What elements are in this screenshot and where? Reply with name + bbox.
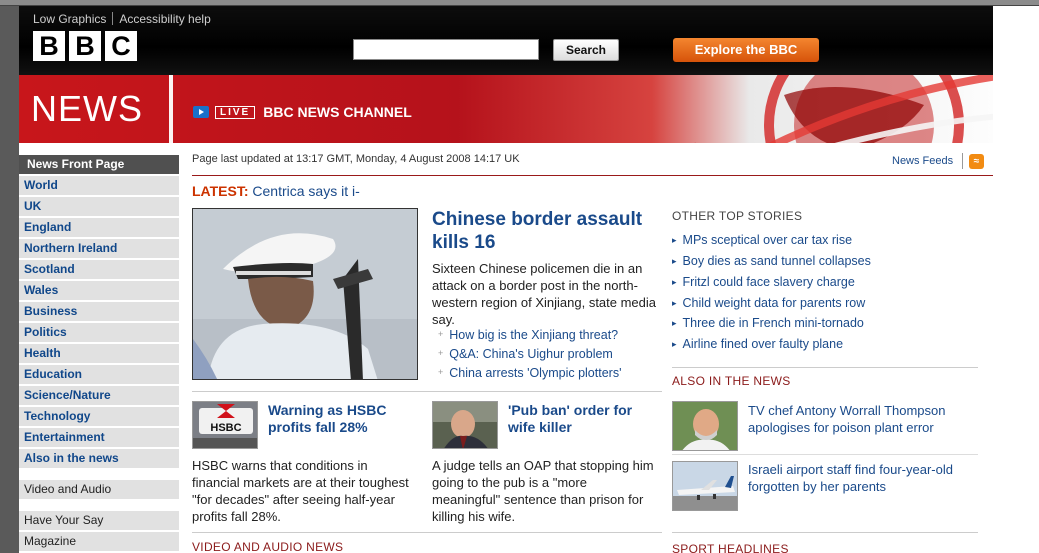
sport-headlines-heading[interactable]: SPORT HEADLINES xyxy=(672,542,789,553)
nav-item-world[interactable]: World xyxy=(19,176,179,195)
latest-label: LATEST: xyxy=(192,183,249,199)
low-graphics-link[interactable]: Low Graphics xyxy=(33,12,106,26)
nav-item-business[interactable]: Business xyxy=(19,302,179,321)
nav-item-magazine[interactable]: Magazine xyxy=(19,532,179,551)
divider xyxy=(192,532,662,533)
top-story-summary: Sixteen Chinese policemen die in an atta… xyxy=(432,261,657,327)
nav-item-uk[interactable]: UK xyxy=(19,197,179,216)
live-label: LIVE xyxy=(215,105,256,119)
other-story-link[interactable]: Three die in French mini-tornado xyxy=(672,316,864,330)
related-link[interactable]: China arrests 'Olympic plotters' xyxy=(438,366,621,380)
man-photo xyxy=(433,402,497,448)
search-input[interactable] xyxy=(353,39,539,60)
accessibility-help-link[interactable]: Accessibility help xyxy=(119,12,210,26)
left-navigation: News Front Page World UK England Norther… xyxy=(19,155,179,553)
nav-item-science-nature[interactable]: Science/Nature xyxy=(19,386,179,405)
divider xyxy=(192,391,662,392)
search-button[interactable]: Search xyxy=(553,39,619,61)
nav-item-northern-ireland[interactable]: Northern Ireland xyxy=(19,239,179,258)
story-headline[interactable]: 'Pub ban' order for wife killer xyxy=(508,402,658,436)
divider xyxy=(112,12,114,25)
nav-item-video-audio[interactable]: Video and Audio xyxy=(19,480,179,499)
top-story-headline[interactable]: Chinese border assault kills 16 xyxy=(432,208,662,254)
nav-item-education[interactable]: Education xyxy=(19,365,179,384)
logo-letter: C xyxy=(105,31,137,61)
globe-graphic xyxy=(694,75,993,143)
news-feeds-link[interactable]: News Feeds xyxy=(892,155,953,167)
hsbc-thumbnail[interactable]: HSBC xyxy=(192,401,258,449)
last-updated-text: Page last updated at 13:17 GMT, Monday, … xyxy=(192,153,520,165)
airplane-photo xyxy=(673,462,737,510)
nav-item-also-in-the-news[interactable]: Also in the news xyxy=(19,449,179,468)
latest-text[interactable]: Centrica says it i- xyxy=(252,183,359,199)
story-headline[interactable]: Warning as HSBC profits fall 28% xyxy=(268,402,418,436)
also-story-link[interactable]: Israeli airport staff find four-year-old… xyxy=(748,461,978,495)
nav-gap xyxy=(19,470,179,480)
chef-thumbnail[interactable] xyxy=(672,401,738,451)
nav-item-front-page[interactable]: News Front Page xyxy=(19,155,179,174)
chef-photo xyxy=(673,402,737,450)
live-channel-link[interactable]: LIVE BBC NEWS CHANNEL xyxy=(193,104,412,120)
masthead: Low Graphics Accessibility help B B C Sea… xyxy=(19,6,993,75)
logo-letter: B xyxy=(33,31,65,61)
logo-letter: B xyxy=(69,31,101,61)
channel-label: BBC NEWS CHANNEL xyxy=(263,104,412,120)
other-story-link[interactable]: Airline fined over faulty plane xyxy=(672,337,844,351)
latest-ticker[interactable]: LATEST: Centrica says it i- xyxy=(192,183,360,199)
nav-item-wales[interactable]: Wales xyxy=(19,281,179,300)
divider xyxy=(962,153,963,169)
pub-ban-thumbnail[interactable] xyxy=(432,401,498,449)
nav-item-politics[interactable]: Politics xyxy=(19,323,179,342)
right-gutter xyxy=(993,6,1039,553)
hsbc-sign-image: HSBC xyxy=(193,402,257,448)
hsbc-logo-text: HSBC xyxy=(210,422,241,434)
header-rule xyxy=(192,175,993,176)
other-top-stories-heading: OTHER TOP STORIES xyxy=(672,209,803,223)
divider xyxy=(672,367,978,368)
other-story-link[interactable]: Fritzl could face slavery charge xyxy=(672,275,855,289)
news-banner: NEWS LIVE BBC NEWS CHANNEL xyxy=(19,75,993,143)
also-in-the-news-heading: ALSO IN THE NEWS xyxy=(672,374,791,388)
nav-gap xyxy=(19,501,179,511)
related-link[interactable]: Q&A: China's Uighur problem xyxy=(438,347,613,361)
news-title[interactable]: NEWS xyxy=(31,88,143,130)
rss-icon[interactable]: ≈ xyxy=(969,154,984,169)
video-audio-news-heading[interactable]: VIDEO AND AUDIO NEWS xyxy=(192,540,343,553)
play-icon xyxy=(193,106,209,118)
divider xyxy=(672,532,978,533)
nav-item-have-your-say[interactable]: Have Your Say xyxy=(19,511,179,530)
page: Low Graphics Accessibility help B B C Sea… xyxy=(19,6,993,553)
nav-item-england[interactable]: England xyxy=(19,218,179,237)
other-story-link[interactable]: Child weight data for parents row xyxy=(672,296,866,310)
banner-divider xyxy=(169,75,173,143)
also-story-link[interactable]: TV chef Antony Worrall Thompson apologis… xyxy=(748,402,978,436)
story-summary: HSBC warns that conditions in financial … xyxy=(192,458,409,524)
utility-links: Low Graphics Accessibility help xyxy=(33,12,211,26)
nav-item-health[interactable]: Health xyxy=(19,344,179,363)
other-story-link[interactable]: MPs sceptical over car tax rise xyxy=(672,233,853,247)
nav-item-scotland[interactable]: Scotland xyxy=(19,260,179,279)
related-link[interactable]: How big is the Xinjiang threat? xyxy=(438,328,618,342)
policeman-photo xyxy=(193,209,417,379)
nav-item-technology[interactable]: Technology xyxy=(19,407,179,426)
bbc-logo[interactable]: B B C xyxy=(33,31,137,61)
other-story-link[interactable]: Boy dies as sand tunnel collapses xyxy=(672,254,871,268)
story-summary: A judge tells an OAP that stopping him g… xyxy=(432,458,654,524)
nav-item-entertainment[interactable]: Entertainment xyxy=(19,428,179,447)
divider xyxy=(672,454,978,455)
top-story-image[interactable] xyxy=(192,208,418,380)
explore-the-bbc-button[interactable]: Explore the BBC xyxy=(673,38,819,62)
airport-thumbnail[interactable] xyxy=(672,461,738,511)
